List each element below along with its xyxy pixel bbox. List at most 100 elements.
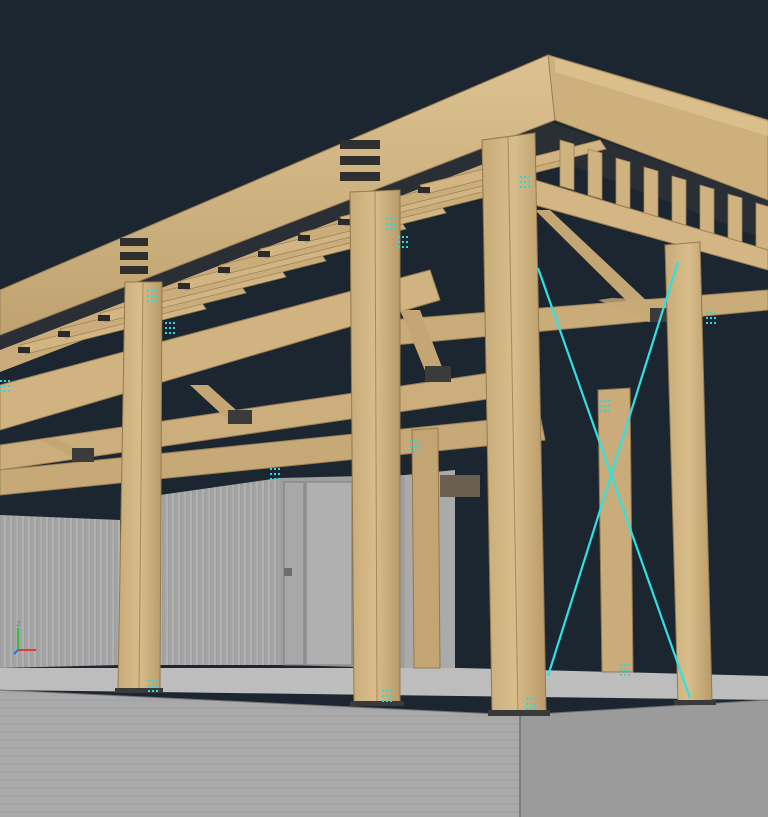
foundation-wall-side [520, 700, 768, 817]
connector-dot [148, 690, 150, 692]
base-plate [350, 701, 404, 706]
splice-plate [120, 252, 148, 260]
connector-dot [151, 300, 153, 302]
connector-dot [0, 390, 2, 392]
connector-dot [604, 405, 606, 407]
connector-dot [414, 450, 416, 452]
connector-dot [530, 703, 532, 705]
splice-plate [340, 172, 380, 181]
foundation-wall-front [0, 690, 520, 817]
column-back-1 [411, 427, 441, 669]
timber-frame-model: Z [0, 54, 768, 817]
connector-dot [278, 478, 280, 480]
roof-joist [699, 184, 715, 236]
connector-dot [173, 332, 175, 334]
base-plate [115, 688, 163, 693]
connector-dot [406, 246, 408, 248]
connector-dot [270, 473, 272, 475]
connector-dot [4, 385, 6, 387]
splice-plate [120, 266, 148, 274]
connector-dot [624, 664, 626, 666]
connector-dot [165, 327, 167, 329]
connector-dot [410, 440, 412, 442]
connector-dot [147, 295, 149, 297]
connector-dot [620, 664, 622, 666]
connector-dot [710, 322, 712, 324]
connector-dot [628, 674, 630, 676]
splice-plate [340, 156, 380, 165]
connector-dot [402, 236, 404, 238]
base-plate [674, 700, 716, 705]
connector-dot [386, 690, 388, 692]
connector-dot [8, 380, 10, 382]
connector-dot [530, 698, 532, 700]
column-back-2 [597, 387, 634, 673]
connector-dot [526, 708, 528, 710]
connector-dot [600, 400, 602, 402]
roof-joist [727, 193, 743, 245]
connector-dot [520, 186, 522, 188]
connector-dot [608, 410, 610, 412]
connector-dot [382, 700, 384, 702]
connector-dot [390, 695, 392, 697]
joist-hanger [338, 219, 350, 225]
connector-dot [147, 300, 149, 302]
connector-dot [386, 700, 388, 702]
connector-dot [173, 327, 175, 329]
connector-dot [270, 478, 272, 480]
connector-dot [152, 685, 154, 687]
connector-dot [394, 228, 396, 230]
connector-dot [152, 690, 154, 692]
connector-dot [600, 405, 602, 407]
connector-dot [628, 664, 630, 666]
connector-dot [418, 445, 420, 447]
connector-dot [534, 703, 536, 705]
steel-connector-2 [228, 410, 252, 424]
connector-dot [534, 708, 536, 710]
connector-dot [147, 290, 149, 292]
connector-dot [382, 690, 384, 692]
connector-dot [524, 176, 526, 178]
splice-plate [120, 238, 148, 246]
connector-dot [528, 186, 530, 188]
splice-plate [340, 140, 380, 149]
connector-dot [394, 223, 396, 225]
connector-dot [382, 695, 384, 697]
door-handle [284, 568, 292, 576]
connector-dot [151, 290, 153, 292]
3d-model-viewport[interactable]: Z [0, 0, 768, 817]
connector-dot [706, 317, 708, 319]
connector-dot [402, 241, 404, 243]
connector-dot [402, 246, 404, 248]
base-plate [488, 710, 550, 716]
connector-dot [156, 680, 158, 682]
connector-dot [604, 410, 606, 412]
connector-dot [706, 322, 708, 324]
connector-dot [406, 241, 408, 243]
joist-hanger [418, 187, 430, 193]
roof-joist [615, 157, 631, 209]
wall-panel-center [160, 478, 280, 665]
connector-dot [394, 218, 396, 220]
connector-dot [169, 322, 171, 324]
connector-dot [386, 218, 388, 220]
connector-dot [155, 290, 157, 292]
connector-dot [169, 332, 171, 334]
connector-dot [710, 312, 712, 314]
connector-dot [714, 322, 716, 324]
connector-dot [155, 300, 157, 302]
connector-dot [710, 317, 712, 319]
connector-dot [274, 468, 276, 470]
connector-dot [524, 181, 526, 183]
connector-dot [274, 473, 276, 475]
steel-connector-3 [72, 448, 94, 462]
connector-dot [608, 400, 610, 402]
connector-dot [714, 312, 716, 314]
door-leaf-2 [305, 481, 353, 666]
roof-joist [643, 166, 659, 218]
connector-dot [714, 317, 716, 319]
connector-dot [0, 380, 2, 382]
connector-dot [4, 380, 6, 382]
connector-dot [526, 698, 528, 700]
connector-dot [526, 703, 528, 705]
